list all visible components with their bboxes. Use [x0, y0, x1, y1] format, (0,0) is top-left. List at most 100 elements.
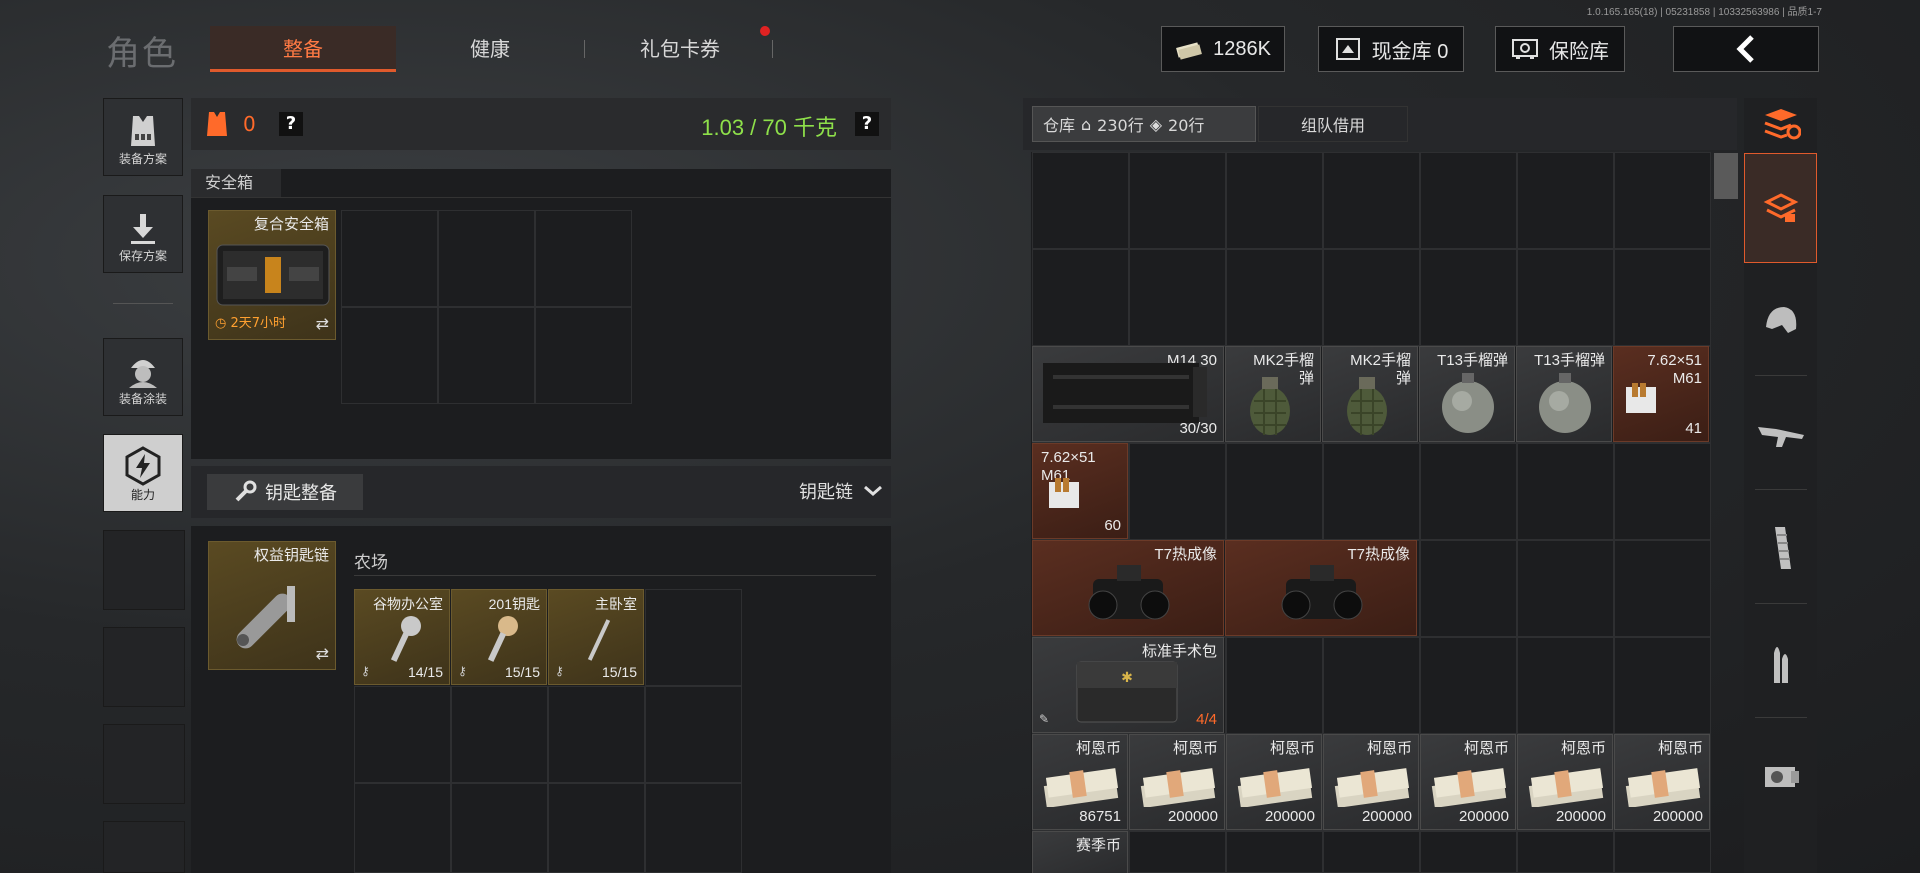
- scrollbar-thumb[interactable]: [1714, 153, 1738, 199]
- grid-slot[interactable]: [451, 783, 548, 873]
- cash-item[interactable]: 柯恩币 200000: [1226, 734, 1322, 830]
- grid-slot[interactable]: [1420, 443, 1517, 540]
- grid-slot[interactable]: [1517, 249, 1614, 346]
- grid-slot[interactable]: [1614, 637, 1711, 734]
- grid-slot[interactable]: [1226, 249, 1323, 346]
- grid-slot[interactable]: [1517, 637, 1614, 734]
- tab-gift-coupons[interactable]: 礼包卡券: [590, 26, 770, 72]
- ability-button[interactable]: 能力: [103, 434, 183, 512]
- grid-slot[interactable]: [645, 589, 742, 686]
- grid-slot[interactable]: [1517, 152, 1614, 249]
- grid-slot[interactable]: [1226, 831, 1323, 873]
- grid-slot[interactable]: [1420, 637, 1517, 734]
- grid-slot[interactable]: [1614, 152, 1711, 249]
- grid-slot[interactable]: [1323, 443, 1420, 540]
- grid-slot[interactable]: [1032, 249, 1129, 346]
- category-magazine[interactable]: [1744, 494, 1817, 602]
- cash-item[interactable]: 柯恩币 86751: [1032, 734, 1128, 830]
- grid-slot[interactable]: [1517, 540, 1614, 637]
- grid-slot[interactable]: [1129, 443, 1226, 540]
- weight-help-button[interactable]: ?: [855, 112, 879, 136]
- grid-slot[interactable]: [341, 210, 438, 307]
- grid-slot[interactable]: [1420, 152, 1517, 249]
- grid-slot[interactable]: [535, 307, 632, 404]
- key-item[interactable]: 谷物办公室 ⚷ 14/15: [354, 589, 450, 685]
- grid-slot[interactable]: [1129, 831, 1226, 873]
- cash-item[interactable]: 柯恩币 200000: [1517, 734, 1613, 830]
- season-coin-item[interactable]: 赛季币: [1032, 831, 1128, 873]
- category-all[interactable]: [1744, 153, 1817, 263]
- grid-slot[interactable]: [438, 210, 535, 307]
- safebox-item[interactable]: 复合安全箱 ◷ 2天7小时 ⇄: [208, 210, 336, 340]
- grid-slot[interactable]: [438, 307, 535, 404]
- warehouse-tab[interactable]: 仓库 ⌂ 230行 ◈ 20行: [1032, 106, 1256, 142]
- grid-slot[interactable]: [341, 307, 438, 404]
- grid-slot[interactable]: [1129, 249, 1226, 346]
- key-equip-button[interactable]: 钥匙整备: [207, 474, 363, 510]
- grid-slot[interactable]: [1614, 443, 1711, 540]
- cash-item[interactable]: 柯恩币 200000: [1420, 734, 1516, 830]
- swap-icon[interactable]: ⇄: [316, 314, 329, 333]
- grid-slot[interactable]: [1420, 249, 1517, 346]
- grid-slot[interactable]: [451, 686, 548, 783]
- grenade-item[interactable]: MK2手榴 弹: [1225, 346, 1321, 442]
- grid-slot[interactable]: [548, 783, 645, 873]
- grid-slot[interactable]: [645, 783, 742, 873]
- grid-slot[interactable]: [1323, 249, 1420, 346]
- grid-slot[interactable]: [1226, 637, 1323, 734]
- grid-slot[interactable]: [548, 686, 645, 783]
- keychain-dropdown[interactable]: 钥匙链: [799, 478, 883, 504]
- grid-slot[interactable]: [1323, 831, 1420, 873]
- grid-slot[interactable]: [1226, 443, 1323, 540]
- equipment-skin-button[interactable]: 装备涂装: [103, 338, 183, 416]
- key-equip-label: 钥匙整备: [265, 483, 337, 504]
- grid-slot[interactable]: [1614, 831, 1711, 873]
- grenade-item[interactable]: T13手榴弹: [1516, 346, 1612, 442]
- grenade-item[interactable]: MK2手榴 弹: [1322, 346, 1418, 442]
- grid-slot[interactable]: [1032, 152, 1129, 249]
- loadout-preset-button[interactable]: 装备方案: [103, 98, 183, 176]
- grid-slot[interactable]: [535, 210, 632, 307]
- grid-slot[interactable]: [354, 686, 451, 783]
- tab-equipment[interactable]: 整备: [210, 26, 396, 72]
- key-item[interactable]: 主卧室 ⚷ 15/15: [548, 589, 644, 685]
- grid-slot[interactable]: [1517, 443, 1614, 540]
- cash-item[interactable]: 柯恩币 200000: [1323, 734, 1419, 830]
- grid-slot[interactable]: [1614, 249, 1711, 346]
- ammo-item[interactable]: 7.62×51 M61 60: [1032, 443, 1128, 539]
- grid-slot[interactable]: [1323, 637, 1420, 734]
- grid-slot[interactable]: [1420, 540, 1517, 637]
- category-attachment[interactable]: [1744, 722, 1817, 830]
- grid-slot[interactable]: [1614, 540, 1711, 637]
- medkit-item[interactable]: 标准手术包 ✱ ✎ 4/4: [1032, 637, 1224, 733]
- grid-slot[interactable]: [1517, 831, 1614, 873]
- magazine-item[interactable]: M14 30 30/30: [1032, 346, 1224, 442]
- armor-help-button[interactable]: ?: [279, 112, 303, 136]
- category-rifle[interactable]: [1744, 380, 1817, 488]
- keychain-item[interactable]: 权益钥匙链 ⇄: [208, 541, 336, 670]
- key-item[interactable]: 201钥匙 ⚷ 15/15: [451, 589, 547, 685]
- save-preset-button[interactable]: 保存方案: [103, 195, 183, 273]
- grid-slot[interactable]: [1420, 831, 1517, 873]
- safe-vault-button[interactable]: 保险库: [1495, 26, 1625, 72]
- cash-item[interactable]: 柯恩币 200000: [1614, 734, 1710, 830]
- swap-icon[interactable]: ⇄: [316, 644, 329, 663]
- thermal-scope-item[interactable]: T7热成像: [1225, 540, 1417, 636]
- grid-slot[interactable]: [1226, 152, 1323, 249]
- grid-slot[interactable]: [645, 686, 742, 783]
- svg-text:✱: ✱: [1121, 670, 1133, 686]
- cash-vault-button[interactable]: 现金库 0: [1318, 26, 1464, 72]
- category-ammo[interactable]: [1744, 608, 1817, 716]
- grid-slot[interactable]: [354, 783, 451, 873]
- grid-slot[interactable]: [1129, 152, 1226, 249]
- category-helmet[interactable]: [1744, 266, 1817, 374]
- tab-health[interactable]: 健康: [400, 26, 580, 72]
- grid-slot[interactable]: [1323, 152, 1420, 249]
- ammo-item[interactable]: 7.62×51 M61 41: [1613, 346, 1709, 442]
- grenade-item[interactable]: T13手榴弹: [1419, 346, 1515, 442]
- team-borrow-tab[interactable]: 组队借用: [1258, 106, 1408, 142]
- thermal-scope-item[interactable]: T7热成像: [1032, 540, 1224, 636]
- cash-item[interactable]: 柯恩币 200000: [1129, 734, 1225, 830]
- back-button[interactable]: [1673, 26, 1819, 72]
- sort-button[interactable]: [1744, 98, 1817, 150]
